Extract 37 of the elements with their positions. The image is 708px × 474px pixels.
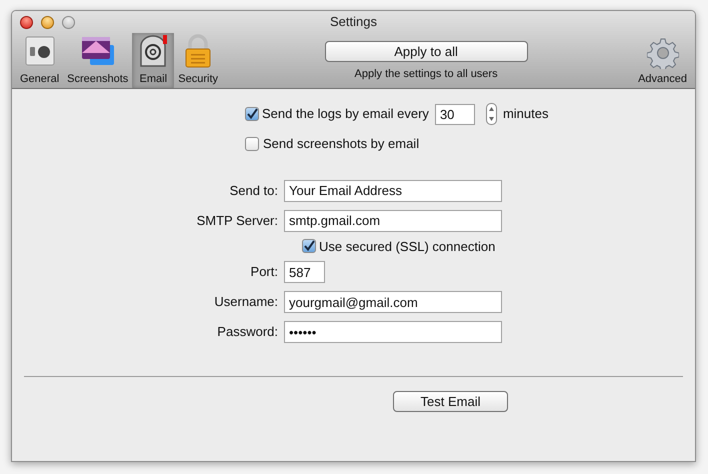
field-label: SMTP Server: [196,212,279,230]
up-arrow-icon [488,107,494,111]
checkbox[interactable] [245,107,259,121]
test-email-button[interactable]: Test Email [393,391,508,412]
minimize-button[interactable] [41,16,54,29]
stepper[interactable] [486,103,497,125]
padlock-icon [183,34,214,68]
toolbar-tab[interactable]: General [16,33,64,88]
close-button[interactable] [20,16,33,29]
input-field[interactable]: smtp.gmail.com [284,210,502,232]
zoom-button[interactable] [62,16,75,29]
toolbar-tab[interactable]: Screenshots [63,33,132,88]
field-label: Send to: [228,182,279,200]
window-title: Settings [330,13,377,32]
checkbox-label: Send screenshots by email [263,135,420,153]
checkbox-label: Use secured (SSL) connection [319,238,496,256]
interval-field[interactable]: 30 [434,104,475,124]
gear-icon [646,37,679,69]
toolbar-tab[interactable]: Email [132,33,174,88]
checkbox[interactable] [302,239,316,254]
down-arrow-icon [488,117,494,121]
advanced-tab[interactable]: Advanced [630,33,695,88]
input-field[interactable]: Your Email Address [284,180,502,202]
unit-label: minutes [502,105,548,124]
field-label: Username: [213,293,279,312]
input-field[interactable]: yourgmail@gmail.com [284,291,502,313]
apply-caption: Apply the settings to all users [354,67,498,82]
field-label: Password: [216,323,279,342]
photo-stack-icon [80,35,116,67]
checkbox[interactable] [245,136,259,151]
input-field[interactable]: 587 [284,261,325,283]
checkbox-label: Send the logs by email every [262,105,429,124]
switch-panel-icon [24,35,56,67]
apply-to-all-button[interactable]: Apply to all [324,41,528,62]
toolbar-tab[interactable]: Security [174,33,222,88]
password-field[interactable]: •••••• [284,321,502,343]
field-label: Port: [250,263,279,282]
